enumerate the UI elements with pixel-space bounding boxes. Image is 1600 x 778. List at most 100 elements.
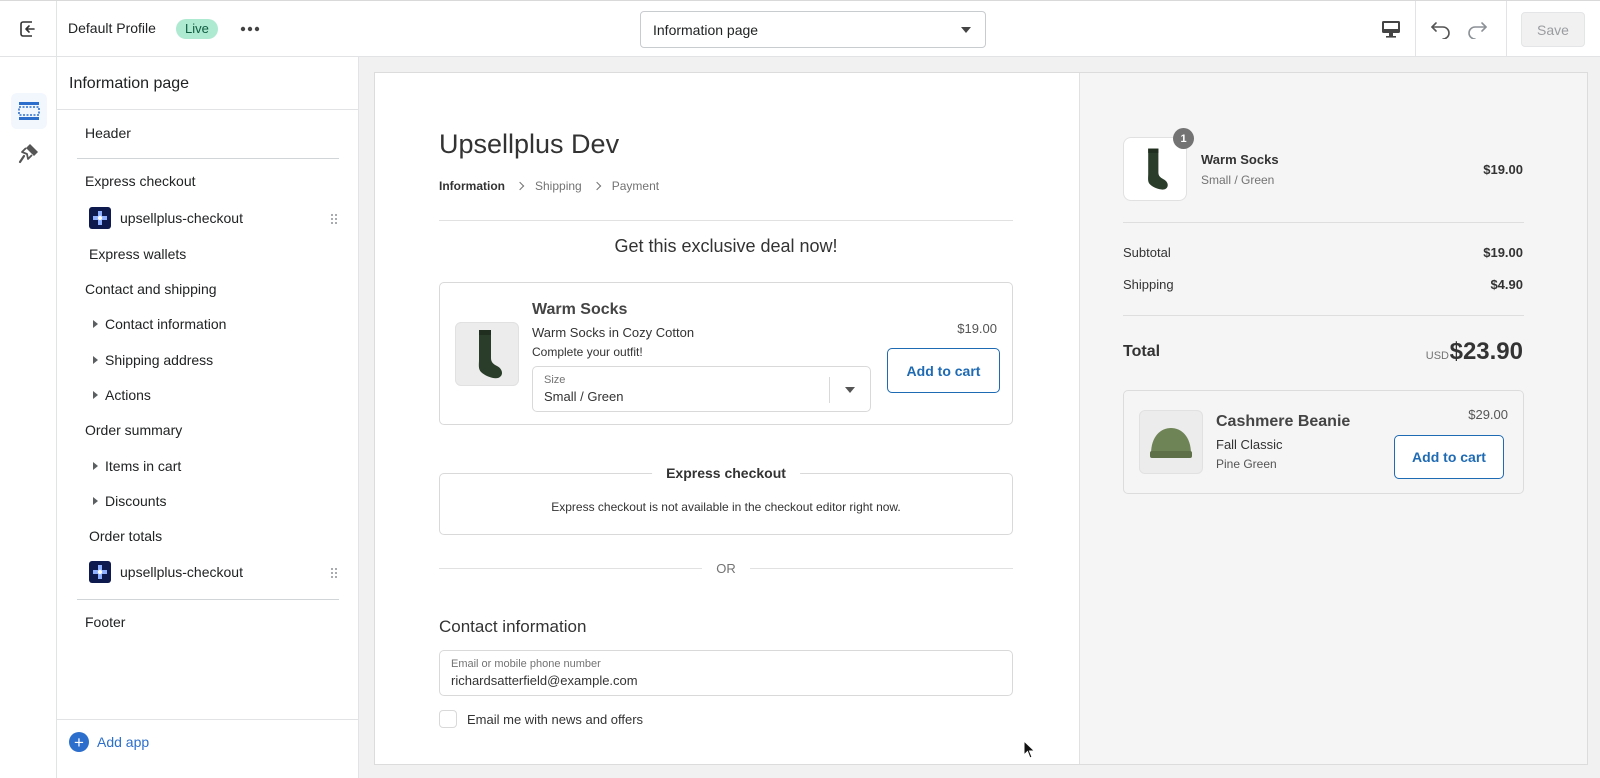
divider [1123, 222, 1524, 223]
chevron-down-icon [961, 27, 971, 33]
sidebar-item-label: Actions [105, 387, 151, 403]
caret-right-icon [93, 462, 98, 470]
sidebar-item-express-wallets[interactable]: Express wallets [89, 246, 186, 262]
product-image [1139, 410, 1203, 474]
contact-heading: Contact information [439, 617, 587, 636]
more-actions-button[interactable] [236, 17, 264, 41]
upsell-price: $29.00 [1468, 407, 1508, 422]
toolbar-divider [1506, 1, 1507, 57]
sections-tab[interactable] [11, 93, 47, 129]
app-block-upsellplus[interactable]: upsellplus-checkout [89, 207, 243, 229]
express-checkout-message: Express checkout is not available in the… [551, 500, 901, 514]
caret-right-icon [93, 497, 98, 505]
sections-sidebar: Information page Header Express checkout… [57, 57, 359, 778]
redo-icon [1468, 22, 1487, 39]
add-app-button[interactable]: + Add app [69, 732, 149, 752]
checkout-preview: Upsellplus Dev Information Shipping Paym… [374, 72, 1588, 765]
page-select[interactable]: Information page [640, 11, 986, 48]
sidebar-item-actions[interactable]: Actions [93, 387, 151, 403]
upsell-offer-card: Warm Socks Warm Socks in Cozy Cotton Com… [439, 282, 1013, 425]
beanie-image [1150, 428, 1192, 458]
shipping-value: $4.90 [1490, 277, 1523, 292]
section-express-checkout[interactable]: Express checkout [85, 173, 196, 189]
size-select-value: Small / Green [544, 389, 624, 404]
exit-icon [20, 21, 37, 37]
newsletter-checkbox[interactable] [439, 710, 457, 728]
plus-icon: + [69, 732, 89, 752]
checkout-main: Upsellplus Dev Information Shipping Paym… [375, 73, 1079, 764]
undo-icon [1431, 22, 1450, 39]
drag-handle-icon[interactable] [330, 213, 338, 225]
status-badge: Live [176, 19, 218, 39]
add-to-cart-button[interactable]: Add to cart [887, 348, 1000, 393]
app-block-label: upsellplus-checkout [120, 210, 243, 226]
currency-code: USD [1425, 350, 1449, 362]
section-header[interactable]: Header [85, 125, 131, 141]
exit-button[interactable] [0, 1, 57, 57]
section-order-summary[interactable]: Order summary [85, 422, 182, 438]
drag-handle-icon[interactable] [330, 567, 338, 579]
upsell-product-line2: Pine Green [1216, 457, 1277, 471]
sections-icon [18, 102, 40, 120]
chevron-down-icon [845, 387, 855, 393]
sidebar-item-label: Items in cart [105, 458, 182, 474]
quantity-badge: 1 [1173, 128, 1194, 149]
app-logo-icon [89, 207, 111, 229]
cart-item-name: Warm Socks [1201, 152, 1279, 167]
editor-rail [0, 57, 57, 778]
redo-button[interactable] [1464, 16, 1490, 42]
add-to-cart-button[interactable]: Add to cart [1394, 435, 1504, 479]
email-field-value: richardsatterfield@example.com [451, 673, 638, 688]
sidebar-item-order-totals[interactable]: Order totals [89, 528, 162, 544]
divider [439, 220, 1013, 221]
app-block-upsellplus[interactable]: upsellplus-checkout [89, 561, 243, 583]
summary-upsell-card: Cashmere Beanie Fall Classic Pine Green … [1123, 390, 1524, 494]
sidebar-item-discounts[interactable]: Discounts [93, 493, 166, 509]
breadcrumb-information: Information [439, 179, 505, 193]
total-label: Total [1123, 343, 1161, 360]
sock-image [478, 330, 503, 379]
desktop-icon [1382, 21, 1400, 38]
toolbar-divider [1415, 1, 1416, 57]
upsell-price: $19.00 [957, 321, 997, 336]
caret-right-icon [93, 391, 98, 399]
or-divider: OR [439, 559, 1013, 577]
breadcrumb-payment[interactable]: Payment [612, 179, 659, 193]
sidebar-item-shipping-address[interactable]: Shipping address [93, 352, 213, 368]
divider [77, 599, 339, 600]
save-button[interactable]: Save [1521, 12, 1585, 47]
express-checkout-box: Express checkout Express checkout is not… [439, 465, 1013, 535]
sidebar-item-items-in-cart[interactable]: Items in cart [93, 458, 181, 474]
chevron-right-icon [515, 181, 525, 191]
newsletter-option[interactable]: Email me with news and offers [439, 710, 643, 728]
app-logo-icon [89, 561, 111, 583]
divider [57, 719, 359, 720]
page-select-value: Information page [653, 21, 759, 38]
breadcrumb: Information Shipping Payment [439, 179, 659, 193]
top-bar: Default Profile Live Information page Sa… [0, 0, 1600, 57]
email-field[interactable]: Email or mobile phone number richardsatt… [439, 650, 1013, 696]
divider [57, 109, 359, 110]
upsell-product-name: Warm Socks [532, 301, 628, 318]
section-contact-shipping[interactable]: Contact and shipping [85, 281, 217, 297]
select-divider [829, 377, 830, 403]
undo-button[interactable] [1428, 16, 1454, 42]
app-block-label: upsellplus-checkout [120, 564, 243, 580]
theme-brush-icon [18, 144, 38, 164]
order-summary-panel: 1 Warm Socks Small / Green $19.00 Subtot… [1079, 73, 1587, 764]
divider [1123, 315, 1524, 316]
sidebar-item-contact-information[interactable]: Contact information [93, 316, 226, 332]
shipping-label: Shipping [1123, 277, 1174, 292]
express-checkout-title: Express checkout [652, 465, 800, 481]
caret-right-icon [93, 356, 98, 364]
section-footer[interactable]: Footer [85, 614, 125, 630]
breadcrumb-shipping[interactable]: Shipping [535, 179, 582, 193]
shop-name: Upsellplus Dev [439, 129, 620, 159]
size-select[interactable]: Size Small / Green [532, 366, 871, 412]
desktop-preview-button[interactable] [1378, 17, 1404, 41]
sidebar-title: Information page [69, 75, 190, 92]
theme-settings-tab[interactable] [11, 135, 47, 171]
size-select-label: Size [544, 374, 566, 386]
sidebar-item-label: Contact information [105, 316, 227, 332]
divider [77, 158, 339, 159]
